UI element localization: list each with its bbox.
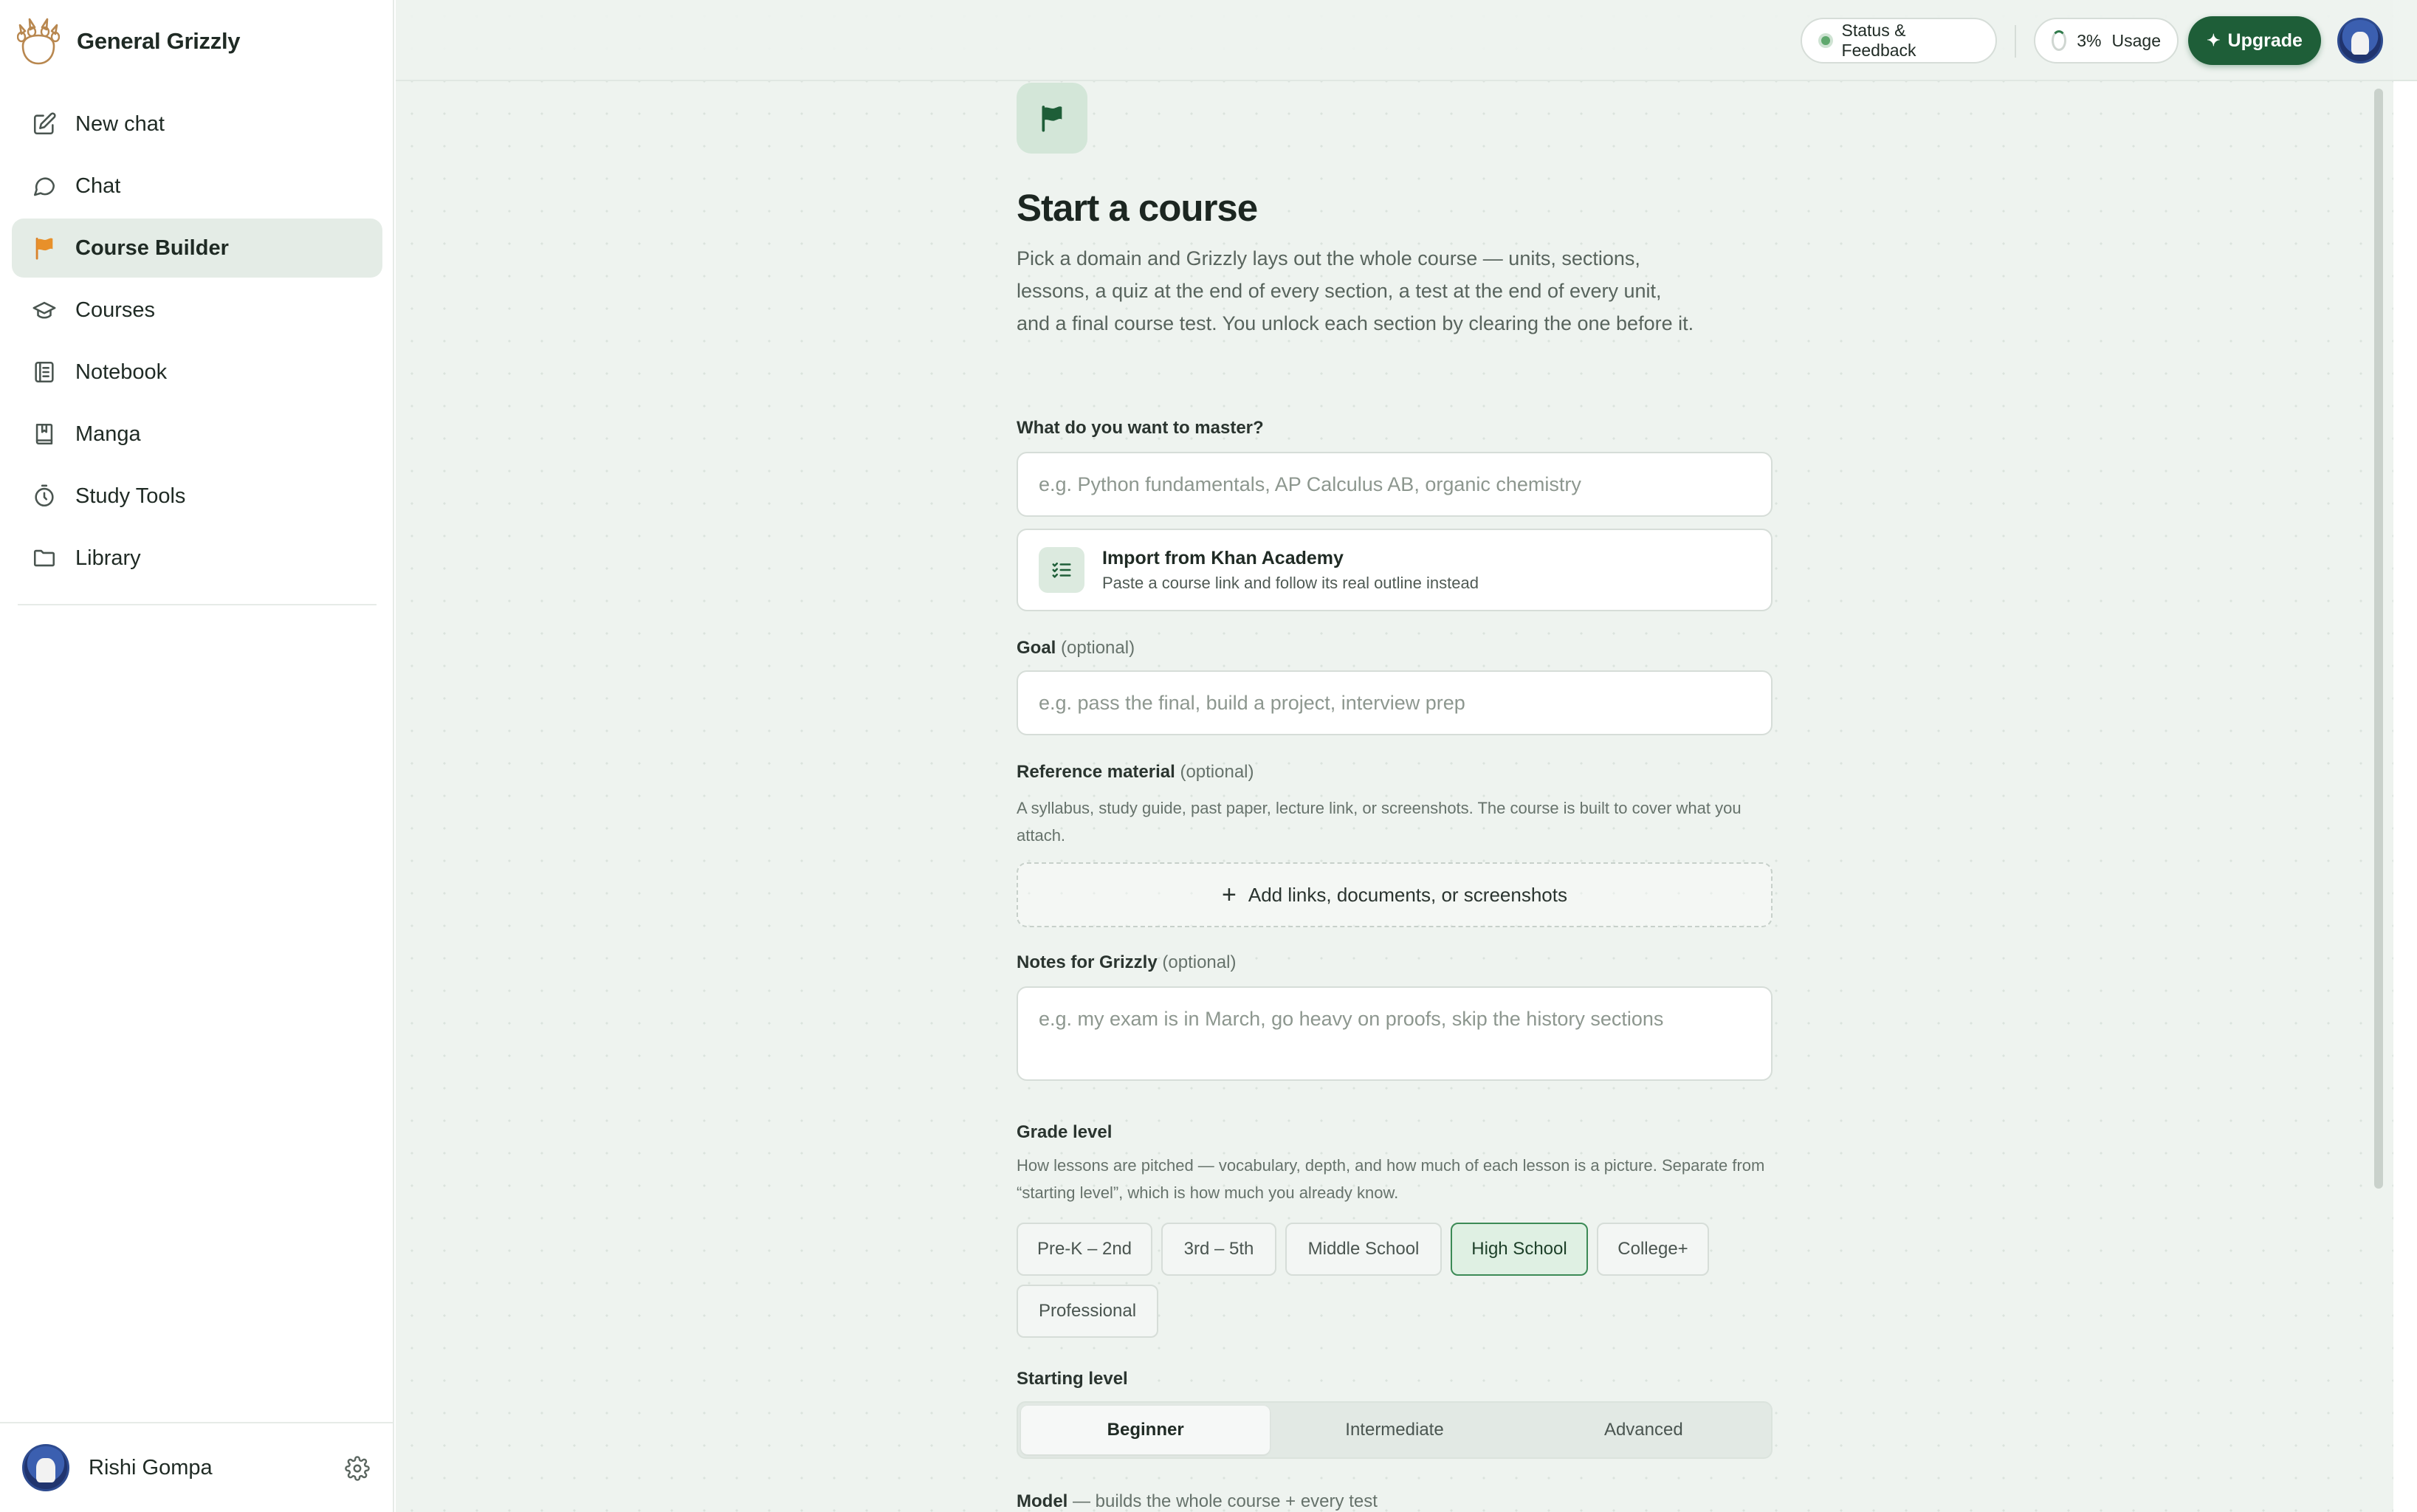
brand[interactable]: General Grizzly	[16, 15, 241, 68]
status-dot-icon	[1818, 33, 1833, 48]
add-reference-label: Add links, documents, or screenshots	[1248, 883, 1567, 906]
sidebar-item-label: Chat	[75, 173, 121, 198]
import-khan-academy-button[interactable]: Import from Khan Academy Paste a course …	[1017, 529, 1773, 611]
grade-level-help: How lessons are pitched — vocabulary, de…	[1017, 1156, 1765, 1202]
grade-chip-middle-school[interactable]: Middle School	[1285, 1223, 1442, 1276]
grade-level-label: Grade level	[1017, 1122, 1112, 1143]
status-feedback-label: Status & Feedback	[1841, 21, 1916, 60]
avatar[interactable]	[22, 1444, 69, 1491]
notes-label: Notes for Grizzly (optional)	[1017, 952, 1236, 973]
main-content: Status & Feedback 3% Usage ✦ Upgrade Sta…	[396, 0, 2417, 1512]
timer-icon	[31, 483, 58, 509]
import-subtitle: Paste a course link and follow its real …	[1102, 573, 1479, 592]
sidebar-item-chat[interactable]: Chat	[12, 157, 382, 216]
graduation-cap-icon	[31, 297, 58, 323]
edit-icon	[31, 111, 58, 137]
upgrade-label: Upgrade	[2227, 30, 2303, 51]
sidebar-nav: New chat Chat Course Builder Courses Not…	[12, 94, 382, 591]
reference-help: A syllabus, study guide, past paper, lec…	[1017, 799, 1742, 845]
page-title: Start a course	[1017, 187, 1258, 229]
reference-label: Reference material (optional)	[1017, 762, 1254, 783]
user-name: Rishi Gompa	[89, 1455, 213, 1480]
sparkle-icon: ✦	[2207, 31, 2221, 49]
model-label: Model — builds the whole course + every …	[1017, 1491, 1378, 1512]
starting-level-selector: Beginner Intermediate Advanced	[1017, 1401, 1773, 1459]
checklist-icon	[1039, 547, 1084, 593]
sidebar-item-manga[interactable]: Manga	[12, 405, 382, 464]
usage-ring-icon	[2052, 30, 2067, 51]
goal-label: Goal (optional)	[1017, 638, 1135, 659]
plus-icon: +	[1222, 880, 1237, 909]
sidebar-item-course-builder[interactable]: Course Builder	[12, 219, 382, 278]
sidebar-item-label: New chat	[75, 111, 165, 136]
sidebar-item-library[interactable]: Library	[12, 529, 382, 588]
page-intro: Pick a domain and Grizzly lays out the w…	[1017, 247, 1694, 334]
model-help: — builds the whole course + every test	[1073, 1491, 1378, 1511]
gear-icon[interactable]	[343, 1454, 372, 1483]
optional-tag: (optional)	[1162, 952, 1237, 972]
sidebar-item-label: Notebook	[75, 360, 168, 384]
sidebar-item-label: Library	[75, 546, 141, 570]
model-label-text: Model	[1017, 1491, 1068, 1511]
sidebar-item-label: Manga	[75, 422, 141, 446]
starting-level-intermediate[interactable]: Intermediate	[1270, 1406, 1519, 1454]
top-bar: Status & Feedback 3% Usage ✦ Upgrade	[396, 0, 2417, 81]
starting-level-label-text: Starting level	[1017, 1369, 1128, 1389]
grade-chip-college[interactable]: College+	[1597, 1223, 1709, 1276]
goal-label-text: Goal	[1017, 638, 1056, 658]
add-reference-button[interactable]: + Add links, documents, or screenshots	[1017, 862, 1773, 927]
topbar-divider	[2015, 25, 2016, 58]
reference-label-text: Reference material	[1017, 762, 1175, 782]
upgrade-button[interactable]: ✦ Upgrade	[2188, 16, 2321, 65]
sidebar: General Grizzly New chat Chat Course Bui…	[0, 0, 394, 1512]
master-label-text: What do you want to master?	[1017, 418, 1264, 438]
sidebar-divider	[18, 604, 377, 605]
starting-level-label: Starting level	[1017, 1369, 1128, 1389]
usage-label: Usage	[2111, 30, 2161, 50]
sidebar-item-notebook[interactable]: Notebook	[12, 343, 382, 402]
flag-icon	[1017, 83, 1087, 154]
usage-percent: 3%	[2077, 30, 2102, 50]
usage-button[interactable]: 3% Usage	[2034, 18, 2179, 63]
grade-chip-3rd-5th[interactable]: 3rd – 5th	[1161, 1223, 1276, 1276]
sidebar-item-study-tools[interactable]: Study Tools	[12, 467, 382, 526]
starting-level-advanced[interactable]: Advanced	[1519, 1406, 1768, 1454]
master-input[interactable]	[1017, 452, 1773, 517]
notebook-icon	[31, 359, 58, 385]
sidebar-item-new-chat[interactable]: New chat	[12, 94, 382, 154]
grade-level-label-text: Grade level	[1017, 1122, 1113, 1142]
brand-name: General Grizzly	[77, 28, 241, 54]
status-feedback-button[interactable]: Status & Feedback	[1801, 18, 1997, 63]
master-label: What do you want to master?	[1017, 418, 1264, 439]
import-text: Import from Khan Academy Paste a course …	[1102, 548, 1479, 593]
optional-tag: (optional)	[1061, 638, 1135, 658]
chat-bubble-icon	[31, 173, 58, 199]
notes-textarea[interactable]	[1017, 986, 1773, 1081]
sidebar-item-courses[interactable]: Courses	[12, 281, 382, 340]
optional-tag: (optional)	[1180, 762, 1254, 782]
grade-chip-professional[interactable]: Professional	[1017, 1285, 1158, 1338]
user-profile[interactable]: Rishi Gompa	[0, 1422, 394, 1512]
account-avatar[interactable]	[2337, 18, 2383, 63]
starting-level-beginner[interactable]: Beginner	[1021, 1406, 1271, 1454]
notes-label-text: Notes for Grizzly	[1017, 952, 1158, 972]
goal-input[interactable]	[1017, 670, 1773, 735]
folder-icon	[31, 545, 58, 571]
sidebar-item-label: Courses	[75, 298, 155, 322]
flag-icon	[31, 235, 58, 261]
sidebar-item-label: Study Tools	[75, 484, 186, 508]
scrollbar[interactable]	[2374, 89, 2383, 1189]
paw-logo-icon	[16, 15, 61, 68]
sidebar-item-label: Course Builder	[75, 236, 229, 260]
import-title: Import from Khan Academy	[1102, 547, 1344, 568]
grade-chip-prek-2nd[interactable]: Pre-K – 2nd	[1017, 1223, 1152, 1276]
grade-chip-high-school[interactable]: High School	[1451, 1223, 1588, 1276]
book-icon	[31, 421, 58, 447]
